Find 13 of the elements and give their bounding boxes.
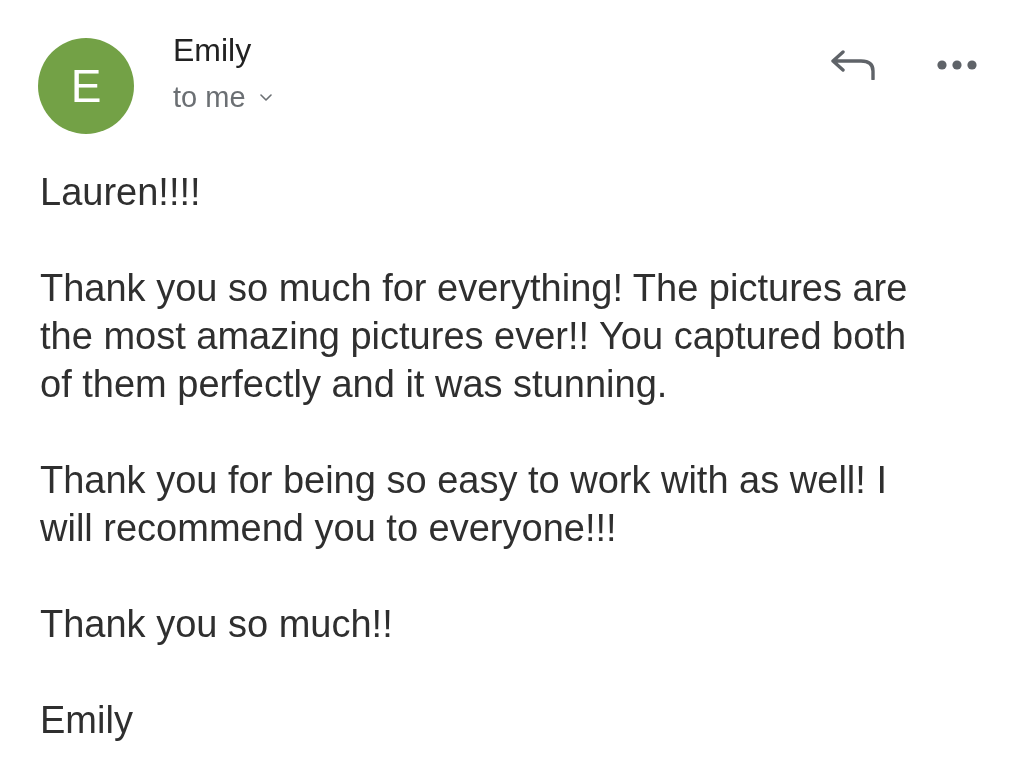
more-icon bbox=[937, 60, 977, 70]
reply-icon bbox=[831, 50, 875, 80]
message-paragraph: Lauren!!!! bbox=[40, 170, 202, 215]
message-paragraph: Emily bbox=[40, 698, 134, 743]
reply-button[interactable] bbox=[831, 50, 875, 80]
more-button[interactable] bbox=[937, 60, 977, 70]
sender-name: Emily bbox=[173, 32, 253, 68]
chevron-down-icon bbox=[259, 93, 272, 101]
sender-avatar: E bbox=[38, 38, 134, 134]
recipient-toggle[interactable]: to me bbox=[173, 81, 272, 113]
message-paragraph: Thank you so much for everything! The pictures are the most amazing pictures ever!! You captured both of them perfectly and it was stunning. bbox=[40, 266, 909, 407]
message-paragraph: Thank you for being so easy to work with as well! I will recommend you to everyone!!! bbox=[40, 458, 888, 551]
message-paragraph: Thank you so much!! bbox=[40, 602, 394, 647]
